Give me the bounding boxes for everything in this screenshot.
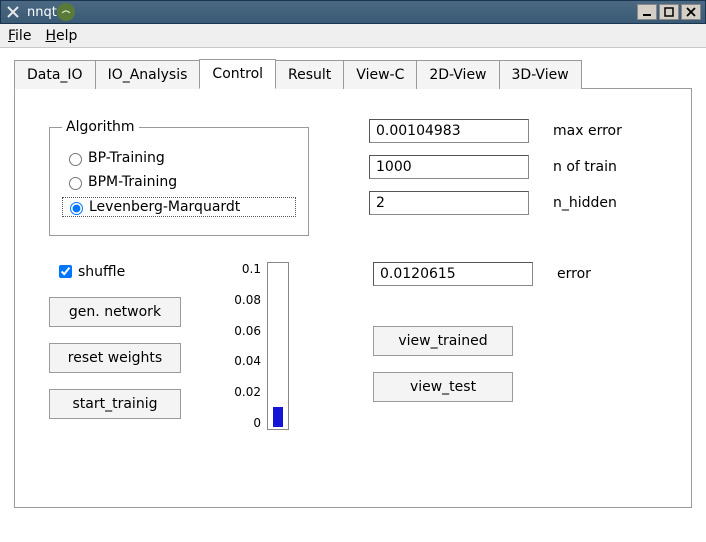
params-column: max error n of train n_hidden [369, 119, 643, 236]
max-error-input[interactable] [369, 119, 529, 143]
n-hidden-input[interactable] [369, 191, 529, 215]
error-label: error [557, 266, 647, 282]
tick-2: 0.06 [234, 324, 261, 338]
radio-bp-training[interactable]: BP-Training [62, 149, 296, 167]
algorithm-legend: Algorithm [62, 119, 139, 135]
radio-lm-label: Levenberg-Marquardt [89, 199, 240, 215]
shuffle-checkbox[interactable] [59, 265, 72, 278]
radio-bpm-label: BPM-Training [88, 174, 177, 190]
tab-result[interactable]: Result [275, 60, 344, 89]
radio-lm-input[interactable] [70, 202, 83, 215]
close-button[interactable] [681, 4, 701, 20]
tick-4: 0.02 [234, 385, 261, 399]
gauge-ticks: 0.1 0.08 0.06 0.04 0.02 0 [223, 262, 261, 430]
max-error-label: max error [553, 123, 643, 139]
radio-bpm-training[interactable]: BPM-Training [62, 173, 296, 191]
gen-network-button[interactable]: gen. network [49, 297, 181, 327]
left-controls: shuffle gen. network reset weights start… [49, 262, 229, 435]
start-training-button[interactable]: start_trainig [49, 389, 181, 419]
menubar: File Help [0, 24, 706, 48]
tab-control[interactable]: Control [199, 59, 276, 89]
maximize-button[interactable] [659, 4, 679, 20]
tab-panel-control: Algorithm BP-Training BPM-Training Leven… [14, 88, 692, 508]
x-icon [5, 4, 21, 20]
menu-file-rest: ile [15, 28, 31, 44]
view-trained-button[interactable]: view_trained [373, 326, 513, 356]
n-hidden-label: n_hidden [553, 195, 643, 211]
minimize-button[interactable] [637, 4, 657, 20]
error-gauge: 0.1 0.08 0.06 0.04 0.02 0 [223, 262, 303, 435]
tick-0: 0.1 [242, 262, 261, 276]
n-of-train-input[interactable] [369, 155, 529, 179]
tab-2d-view[interactable]: 2D-View [416, 60, 499, 89]
radio-levenberg-marquardt[interactable]: Levenberg-Marquardt [62, 197, 296, 217]
menu-help[interactable]: Help [45, 28, 77, 44]
tab-3d-view[interactable]: 3D-View [499, 60, 582, 89]
reset-weights-button[interactable]: reset weights [49, 343, 181, 373]
gauge-bar-fill [273, 407, 283, 427]
shuffle-checkbox-row[interactable]: shuffle [55, 262, 229, 281]
tick-3: 0.04 [234, 354, 261, 368]
menu-help-rest: elp [56, 28, 77, 44]
radio-bp-label: BP-Training [88, 150, 165, 166]
radio-bp-input[interactable] [69, 153, 82, 166]
tick-1: 0.08 [234, 293, 261, 307]
tab-io-analysis[interactable]: IO_Analysis [95, 60, 201, 89]
radio-bpm-input[interactable] [69, 177, 82, 190]
tab-data-io[interactable]: Data_IO [14, 60, 96, 89]
tab-view-c[interactable]: View-C [343, 60, 417, 89]
tick-5: 0 [253, 416, 261, 430]
algorithm-group: Algorithm BP-Training BPM-Training Leven… [49, 119, 309, 236]
tab-strip: Data_IO IO_Analysis Control Result View-… [14, 58, 692, 88]
view-test-button[interactable]: view_test [373, 372, 513, 402]
shuffle-label: shuffle [78, 264, 125, 280]
n-of-train-label: n of train [553, 159, 643, 175]
titlebar: nnqt [0, 0, 706, 24]
gauge-bar-track [267, 262, 289, 430]
right-controls: error view_trained view_test [373, 262, 647, 435]
suse-logo-icon [57, 3, 75, 21]
client-area: Data_IO IO_Analysis Control Result View-… [0, 48, 706, 542]
error-input[interactable] [373, 262, 533, 286]
window-title: nnqt [27, 5, 57, 20]
menu-file[interactable]: File [8, 28, 31, 44]
